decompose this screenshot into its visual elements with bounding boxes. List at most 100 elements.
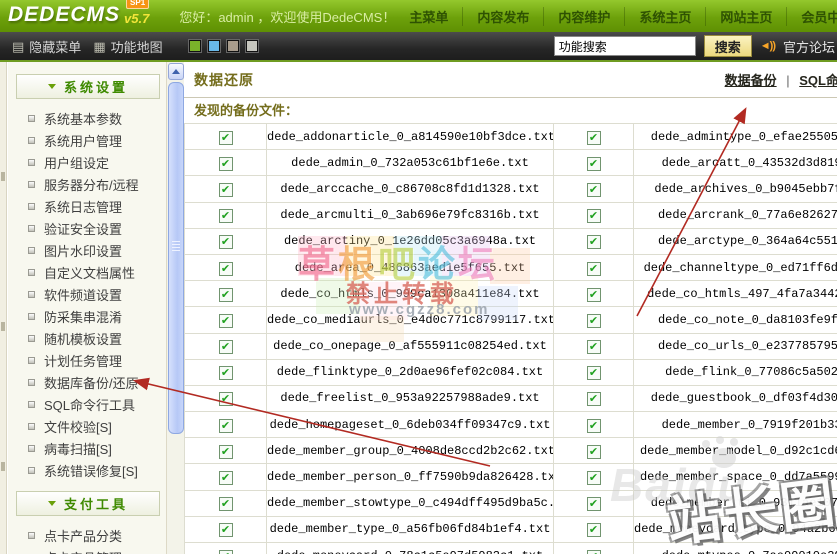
- checkbox[interactable]: ✔: [586, 340, 601, 355]
- checkbox[interactable]: ✔: [218, 418, 233, 433]
- sidebar-item[interactable]: 图片水印设置: [8, 239, 166, 261]
- backup-file-name: dede_co_note_0_da8103fe9f4637b2.txt: [633, 306, 837, 334]
- checkbox[interactable]: ✔: [586, 235, 601, 250]
- palette-swatch[interactable]: [187, 39, 202, 53]
- checkbox[interactable]: ✔: [586, 392, 601, 407]
- checkbox[interactable]: ✔: [218, 182, 233, 197]
- sidebar-item[interactable]: 系统用户管理: [8, 129, 166, 151]
- hide-menu-icon: ▤: [12, 38, 25, 54]
- table-row: ✔ dede_member_person_0_ff7590b9da826428.…: [184, 463, 837, 491]
- backup-file-name: dede_freelist_0_953a92257988ade9.txt: [266, 384, 554, 413]
- table-row: ✔ dede_arctiny_0_1e26dd05c3a6948a.txt ✔ …: [184, 227, 837, 255]
- thumb-grip: [172, 241, 180, 253]
- bullet-icon: [28, 466, 35, 474]
- sidebar-item[interactable]: 数据库备份/还原: [8, 371, 166, 393]
- checkbox[interactable]: ✔: [218, 209, 233, 224]
- checkbox[interactable]: ✔: [218, 366, 233, 381]
- section-header-payment-tools[interactable]: 支付工具: [16, 491, 160, 516]
- sidebar-item[interactable]: 系统基本参数: [8, 107, 166, 129]
- checkbox[interactable]: ✔: [586, 471, 601, 486]
- splitter-notch: [1, 322, 5, 331]
- search-button[interactable]: 搜索: [703, 35, 752, 57]
- top-menu-item[interactable]: 系统主页: [624, 6, 705, 26]
- sidebar-item[interactable]: 计划任务管理: [8, 349, 166, 371]
- bullet-icon: [28, 136, 35, 144]
- checkbox[interactable]: ✔: [586, 497, 601, 512]
- palette-swatch[interactable]: [244, 39, 259, 53]
- sidebar-item[interactable]: 自定义文档属性: [8, 261, 166, 283]
- sidebar-item[interactable]: 文件校验[S]: [8, 415, 166, 437]
- checkbox[interactable]: ✔: [218, 523, 233, 538]
- top-menu-item[interactable]: 主菜单: [395, 7, 462, 26]
- checkbox[interactable]: ✔: [586, 209, 601, 224]
- table-row: ✔ dede_arcmulti_0_3ab696e79fc8316b.txt ✔…: [184, 201, 837, 229]
- bullet-icon: [28, 268, 35, 276]
- table-row: ✔ dede_area_0_486863aed1e5f655.txt ✔ ded…: [184, 253, 837, 282]
- chevron-down-icon: [47, 84, 56, 89]
- palette-swatch[interactable]: [206, 39, 221, 53]
- checkbox[interactable]: ✔: [586, 549, 601, 554]
- sidebar-item[interactable]: 病毒扫描[S]: [8, 437, 166, 459]
- checkbox[interactable]: ✔: [586, 287, 601, 302]
- sidebar-item[interactable]: 软件频道设置: [8, 283, 166, 305]
- table-row: ✔ dede_moneycard_0_78c1c5e97d5983c1.txt …: [184, 541, 837, 554]
- checkbox[interactable]: ✔: [218, 156, 233, 171]
- top-menu-item[interactable]: 内容维护: [543, 6, 624, 26]
- checkbox[interactable]: ✔: [218, 235, 233, 250]
- checkbox[interactable]: ✔: [218, 313, 233, 328]
- scroll-up-button[interactable]: [168, 63, 184, 80]
- checkbox[interactable]: ✔: [218, 497, 233, 512]
- checkbox[interactable]: ✔: [586, 156, 601, 171]
- top-menu-item[interactable]: 会员中心: [786, 6, 837, 26]
- section-header-system-settings[interactable]: 系统设置: [16, 74, 160, 99]
- checkbox[interactable]: ✔: [218, 261, 233, 276]
- sidebar-item[interactable]: 点卡产品管理: [8, 546, 166, 554]
- vertical-scrollbar[interactable]: [166, 62, 184, 554]
- bullet-icon: [28, 356, 35, 364]
- bullet-icon: [28, 444, 35, 452]
- feature-map-button[interactable]: ▦ 功能地图: [93, 37, 162, 56]
- checkbox[interactable]: ✔: [218, 130, 233, 145]
- speaker-icon: ◄)): [759, 40, 776, 52]
- checkbox[interactable]: ✔: [218, 549, 233, 554]
- top-menu: 主菜单内容发布内容维护系统主页网站主页会员中心注销: [395, 0, 837, 32]
- sidebar-item[interactable]: SQL命令行工具: [8, 393, 166, 415]
- palette-swatch[interactable]: [225, 39, 240, 53]
- official-forum-link[interactable]: 官方论坛: [783, 37, 835, 56]
- checkbox[interactable]: ✔: [586, 523, 601, 538]
- table-row: ✔ dede_member_type_0_a56fb06fd84b1ef4.tx…: [184, 515, 837, 544]
- sidebar-item[interactable]: 系统错误修复[S]: [8, 459, 166, 481]
- checkbox[interactable]: ✔: [218, 444, 233, 459]
- sidebar-item[interactable]: 防采集串混淆: [8, 305, 166, 327]
- top-menu-item[interactable]: 网站主页: [705, 6, 786, 26]
- backup-files-label: 发现的备份文件：: [194, 103, 299, 118]
- checkbox[interactable]: ✔: [586, 313, 601, 328]
- hide-menu-button[interactable]: ▤ 隐藏菜单: [12, 37, 81, 56]
- checkbox[interactable]: ✔: [218, 287, 233, 302]
- checkbox[interactable]: ✔: [586, 444, 601, 459]
- function-search-input[interactable]: [553, 36, 696, 56]
- sidebar-item[interactable]: 系统日志管理: [8, 195, 166, 217]
- data-backup-link[interactable]: 数据备份: [725, 73, 777, 88]
- checkbox[interactable]: ✔: [586, 130, 601, 145]
- checkbox[interactable]: ✔: [218, 340, 233, 355]
- frame-splitter[interactable]: [0, 62, 7, 554]
- checkbox[interactable]: ✔: [586, 418, 601, 433]
- top-menu-item[interactable]: 内容发布: [462, 6, 543, 26]
- page-title: 数据还原: [194, 71, 254, 88]
- scrollbar-thumb[interactable]: [168, 82, 184, 434]
- checkbox[interactable]: ✔: [218, 471, 233, 486]
- sidebar-item[interactable]: 点卡产品分类: [8, 524, 166, 546]
- backup-file-name: dede_member_space_0_dd7a559942b8f16c.txt: [633, 463, 837, 491]
- sidebar-item[interactable]: 验证安全设置: [8, 217, 166, 239]
- sql-tool-link[interactable]: SQL命令行工具: [799, 73, 837, 88]
- checkbox[interactable]: ✔: [218, 392, 233, 407]
- checkbox[interactable]: ✔: [586, 182, 601, 197]
- checkbox[interactable]: ✔: [586, 366, 601, 381]
- sidebar-item[interactable]: 随机模板设置: [8, 327, 166, 349]
- sidebar-item[interactable]: 服务器分布/远程: [8, 173, 166, 195]
- backup-file-name: dede_moneycard_type_0_94a2b6df41c87e35.t…: [633, 515, 837, 544]
- greeting-text: 您好：admin ，欢迎使用DedeCMS！: [179, 9, 396, 25]
- checkbox[interactable]: ✔: [586, 261, 601, 276]
- sidebar-item[interactable]: 用户组设定: [8, 151, 166, 173]
